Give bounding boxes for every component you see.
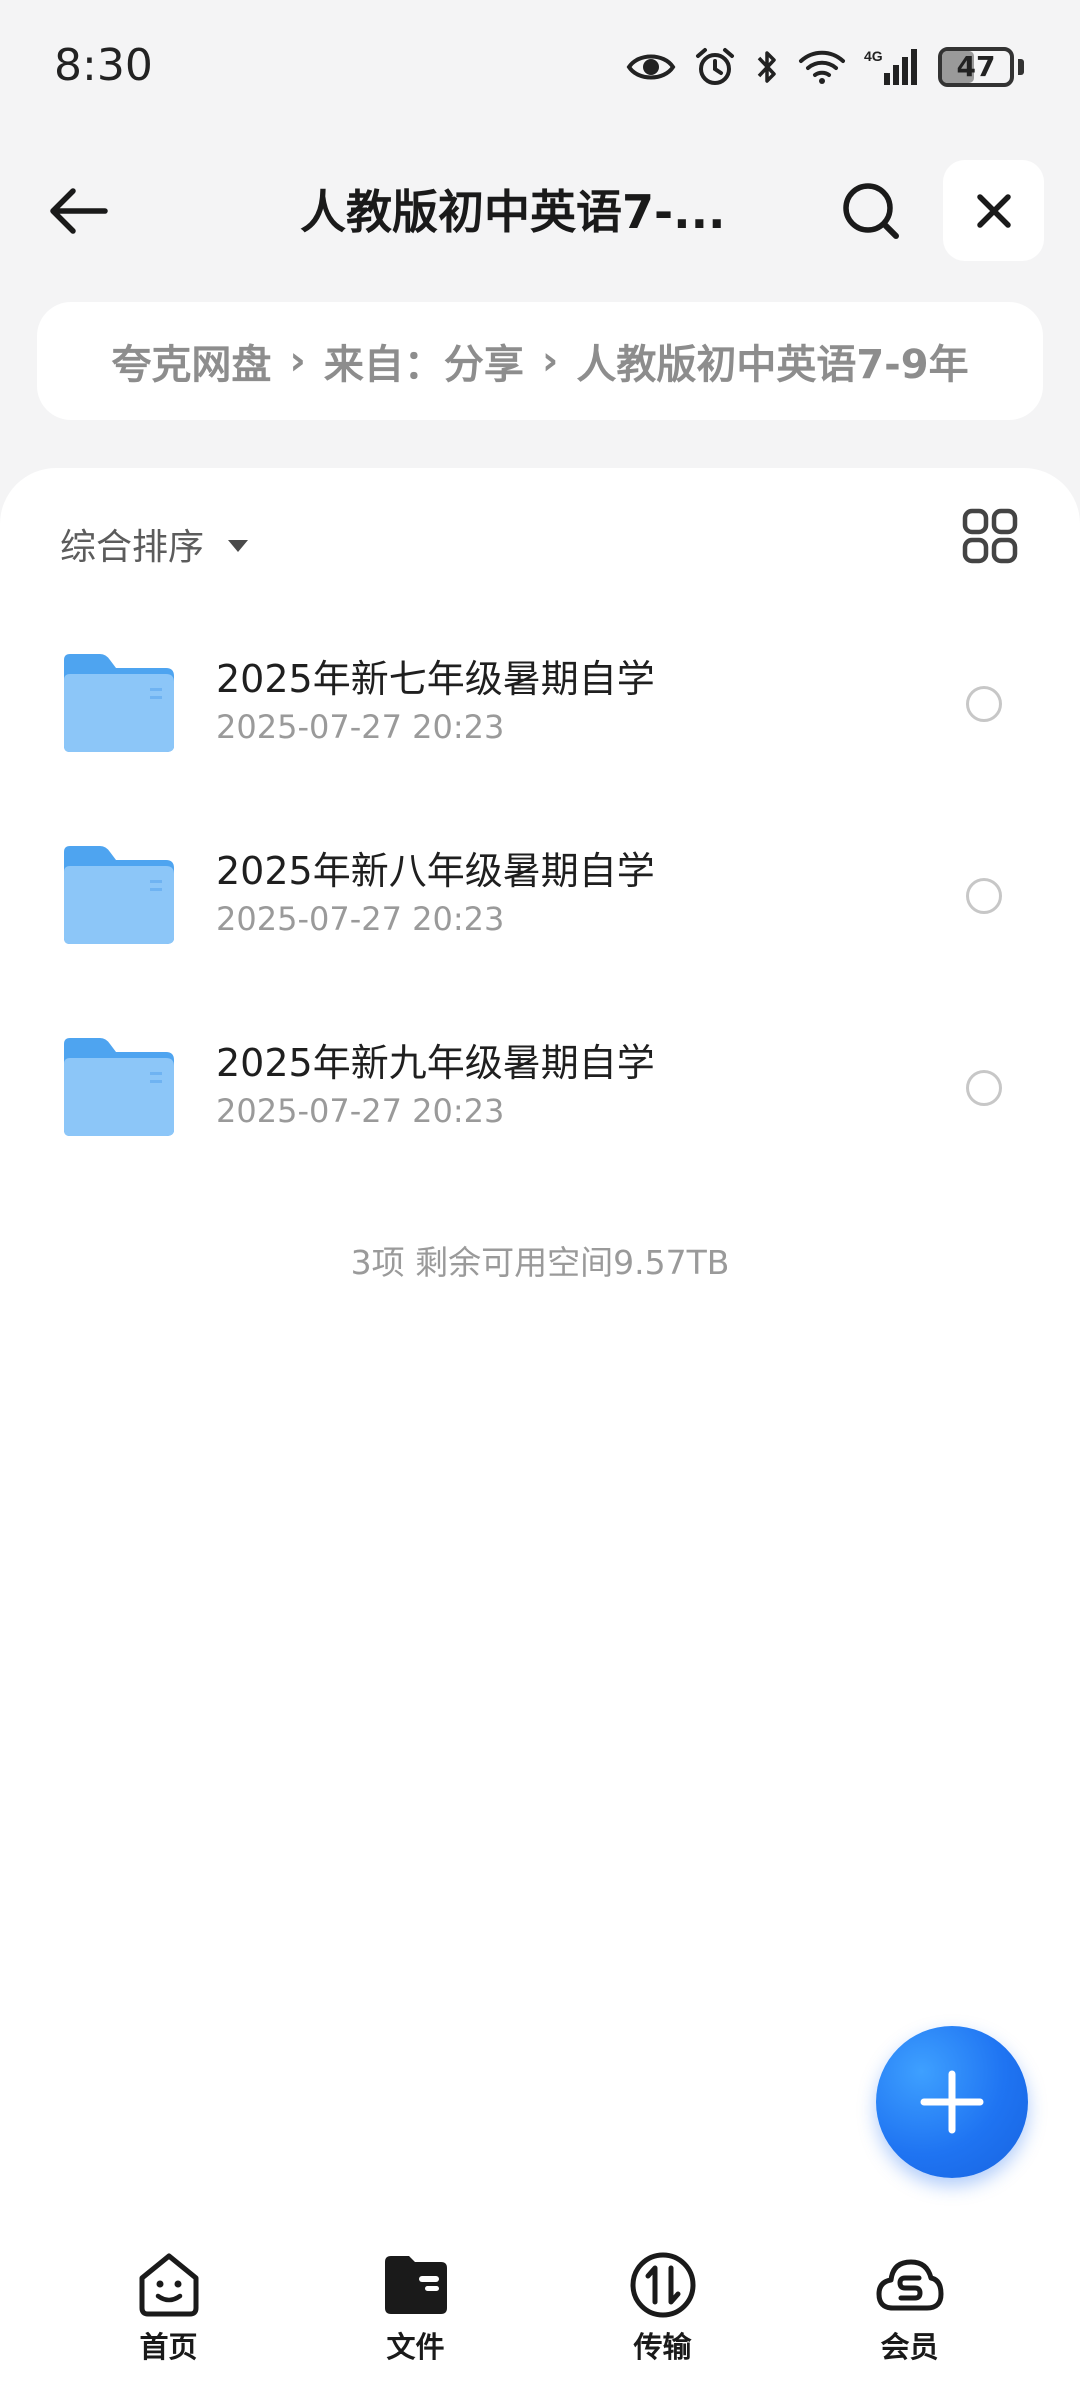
breadcrumb: 夸克网盘 › 来自：分享 › 人教版初中英语7-9年 <box>37 302 1043 420</box>
select-checkbox[interactable] <box>966 878 1002 914</box>
status-time: 8:30 <box>54 40 153 91</box>
search-icon <box>843 183 899 239</box>
grid-view-icon[interactable] <box>962 508 1018 564</box>
nav-item-files[interactable]: 文件 <box>292 2240 539 2388</box>
page-title: 人教版初中英语7-... <box>300 185 726 239</box>
network-type: 4G <box>864 48 883 64</box>
bluetooth-icon <box>757 51 776 83</box>
nav-label: 会员 <box>880 2330 939 2364</box>
folder-icon <box>64 654 174 752</box>
top-bar: 人教版初中英语7-... <box>0 158 1080 264</box>
close-button[interactable] <box>943 160 1044 261</box>
file-date: 2025-07-27 20:23 <box>216 900 505 938</box>
plus-icon <box>920 2070 984 2134</box>
file-row[interactable]: 2025年新七年级暑期自学 2025-07-27 20:23 <box>0 608 1080 800</box>
nav-label: 首页 <box>139 2330 198 2364</box>
transfer-icon <box>630 2252 696 2318</box>
folder-icon <box>64 846 174 944</box>
battery-level-text: 47 <box>956 50 996 83</box>
breadcrumb-separator: › <box>289 338 306 384</box>
sort-label: 综合排序 <box>60 527 205 568</box>
file-list: 2025年新七年级暑期自学 2025-07-27 20:23 2025年新八年级… <box>0 608 1080 1184</box>
bottom-nav: 首页 文件 传输 会员 <box>0 2240 1080 2388</box>
file-name: 2025年新九年级暑期自学 <box>216 1041 655 1085</box>
status-bar: 8:30 4G 47 <box>0 0 1080 134</box>
folder-icon <box>64 1038 174 1136</box>
file-name: 2025年新八年级暑期自学 <box>216 849 655 893</box>
breadcrumb-item-current: 人教版初中英语7-9年 <box>576 342 969 388</box>
sort-dropdown[interactable]: 综合排序 <box>60 516 249 572</box>
file-date: 2025-07-27 20:23 <box>216 708 505 746</box>
breadcrumb-separator: › <box>541 338 559 384</box>
select-checkbox[interactable] <box>966 686 1002 722</box>
nav-label: 传输 <box>633 2330 692 2364</box>
nav-item-home[interactable]: 首页 <box>45 2240 292 2388</box>
alarm-icon <box>696 48 734 85</box>
home-smile-icon <box>139 2253 199 2317</box>
file-name: 2025年新七年级暑期自学 <box>216 657 655 701</box>
nav-label: 文件 <box>386 2330 445 2364</box>
add-button[interactable] <box>876 2026 1028 2178</box>
wifi-icon <box>799 50 845 84</box>
status-icons: 4G 47 <box>626 44 1024 90</box>
nav-item-member[interactable]: 会员 <box>786 2240 1033 2388</box>
close-icon <box>976 193 1011 228</box>
select-checkbox[interactable] <box>966 1070 1002 1106</box>
file-row[interactable]: 2025年新八年级暑期自学 2025-07-27 20:23 <box>0 800 1080 992</box>
storage-summary: 3项 剩余可用空间9.57TB <box>350 1243 730 1282</box>
files-folder-icon <box>385 2256 447 2314</box>
arrow-left-icon <box>50 188 108 234</box>
member-cloud-icon <box>876 2259 944 2311</box>
back-button[interactable] <box>44 176 114 246</box>
caret-down-icon <box>228 540 249 552</box>
file-date: 2025-07-27 20:23 <box>216 1092 505 1130</box>
file-row[interactable]: 2025年新九年级暑期自学 2025-07-27 20:23 <box>0 992 1080 1184</box>
search-button[interactable] <box>834 174 908 248</box>
battery-icon: 47 <box>938 47 1024 87</box>
eye-icon <box>626 54 676 80</box>
nav-item-transfer[interactable]: 传输 <box>539 2240 786 2388</box>
toolbar: 综合排序 <box>0 504 1080 584</box>
breadcrumb-item-root[interactable]: 夸克网盘 <box>111 332 271 390</box>
breadcrumb-item-share[interactable]: 来自：分享 <box>324 332 524 390</box>
cellular-signal-icon: 4G <box>864 48 917 85</box>
